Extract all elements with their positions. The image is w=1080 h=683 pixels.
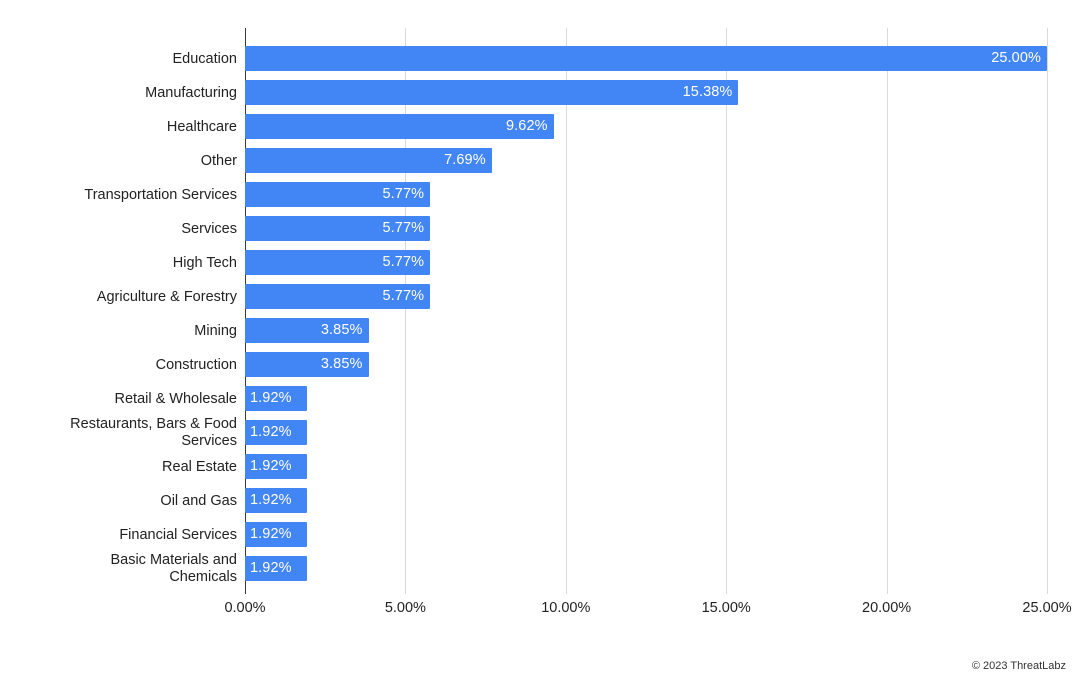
bar-chart: Education Manufacturing Healthcare Other Tra… (0, 0, 1080, 683)
category-label-line: Manufacturing (145, 84, 237, 101)
bar-row: 15.38% (245, 76, 1047, 110)
category-label: Education (0, 42, 238, 76)
category-label: Construction (0, 348, 237, 382)
category-label-line: High Tech (172, 254, 237, 271)
bar-value-label: 5.77% (382, 186, 425, 202)
bar-value-label: 9.62% (506, 118, 548, 134)
bar-value-label: 7.69% (444, 152, 486, 168)
plot-area: 25.00% 15.38% 9.62% 7.69% 5.77% 5.77% 5.77% 5.7… (245, 28, 1047, 594)
category-label-line: Financial Services (119, 526, 237, 543)
bar-value-label: 15.38% (682, 84, 733, 100)
bar-row: 25.00% (245, 42, 1047, 76)
bar-row: 1.92% (245, 416, 1047, 450)
category-label-line: Chemicals (169, 569, 237, 585)
bar-row: 5.77% (245, 212, 1047, 246)
bar-row: 1.92% (245, 382, 1047, 416)
category-label: Manufacturing (0, 76, 237, 110)
category-label: Transportation Services (0, 178, 237, 212)
category-label-line: Oil and Gas (160, 492, 237, 509)
category-label-line: Basic Materials and (110, 552, 237, 568)
x-axis-tick-labels: 0.00% 5.00% 10.00% 15.00% 20.00% 25.00% (0, 600, 1080, 624)
gridline (1047, 28, 1048, 594)
bar[interactable] (245, 46, 1047, 71)
category-axis-labels: Education Manufacturing Healthcare Other Tra… (0, 28, 237, 594)
bar-row: 5.77% (245, 280, 1047, 314)
bar-value-label: 25.00% (991, 50, 1041, 66)
x-tick-label: 15.00% (701, 600, 751, 616)
x-tick-label: 10.00% (541, 600, 591, 616)
bar-row: 7.69% (245, 144, 1047, 178)
bar-value-label: 5.77% (382, 254, 425, 270)
category-label: Mining (0, 314, 237, 348)
category-label: Services (0, 212, 237, 246)
bar-row: 3.85% (245, 348, 1047, 382)
bar[interactable] (245, 80, 739, 105)
x-tick-label: 0.00% (224, 600, 266, 616)
bar-value-label: 3.85% (320, 322, 363, 338)
bar-value-label: 1.92% (250, 556, 297, 581)
bar-row: 1.92% (245, 450, 1047, 484)
category-label-line: Construction (155, 356, 237, 373)
bar-row: 5.77% (245, 246, 1047, 280)
category-label-line: Real Estate (162, 458, 237, 475)
category-label: Retail & Wholesale (0, 382, 238, 416)
bar-row: 9.62% (245, 110, 1047, 144)
category-label: Oil and Gas (0, 484, 237, 518)
category-label-line: Services (181, 433, 237, 449)
bar-row: 5.77% (245, 178, 1047, 212)
category-label: Financial Services (0, 518, 237, 552)
category-label-line: Healthcare (166, 118, 237, 135)
x-tick-label: 25.00% (1022, 600, 1072, 616)
category-label-line: Transportation Services (84, 186, 237, 203)
category-label: High Tech (0, 246, 237, 280)
category-label: Real Estate (0, 450, 237, 484)
category-label: Agriculture & Forestry (0, 280, 237, 314)
bar-row: 1.92% (245, 518, 1047, 552)
category-label: Other (0, 144, 237, 178)
category-label: Basic Materials and Chemicals (0, 552, 237, 586)
bar-row: 1.92% (245, 552, 1047, 586)
bar-value-label: 1.92% (250, 454, 297, 479)
category-label-line: Other (200, 152, 237, 169)
bar-value-label: 5.77% (382, 288, 425, 304)
bar-row: 3.85% (245, 314, 1047, 348)
copyright-credit: © 2023 ThreatLabz (971, 660, 1066, 672)
category-label-line: Retail & Wholesale (114, 390, 238, 407)
bar-value-label: 1.92% (250, 420, 297, 445)
x-tick-label: 5.00% (384, 600, 426, 616)
category-label-line: Mining (194, 322, 237, 339)
category-label-line: Services (181, 220, 237, 237)
bar-row: 1.92% (245, 484, 1047, 518)
bar-value-label: 1.92% (250, 522, 297, 547)
category-label-line: Restaurants, Bars & Food (70, 416, 237, 432)
x-tick-label: 20.00% (862, 600, 912, 616)
category-label-line: Education (172, 50, 238, 67)
bar-value-label: 5.77% (382, 220, 425, 236)
category-label-line: Agriculture & Forestry (96, 288, 237, 305)
bar-value-label: 3.85% (320, 356, 363, 372)
bar-value-label: 1.92% (250, 488, 297, 513)
category-label: Restaurants, Bars & Food Services (0, 416, 237, 450)
category-label: Healthcare (0, 110, 237, 144)
bar-value-label: 1.92% (250, 386, 297, 411)
